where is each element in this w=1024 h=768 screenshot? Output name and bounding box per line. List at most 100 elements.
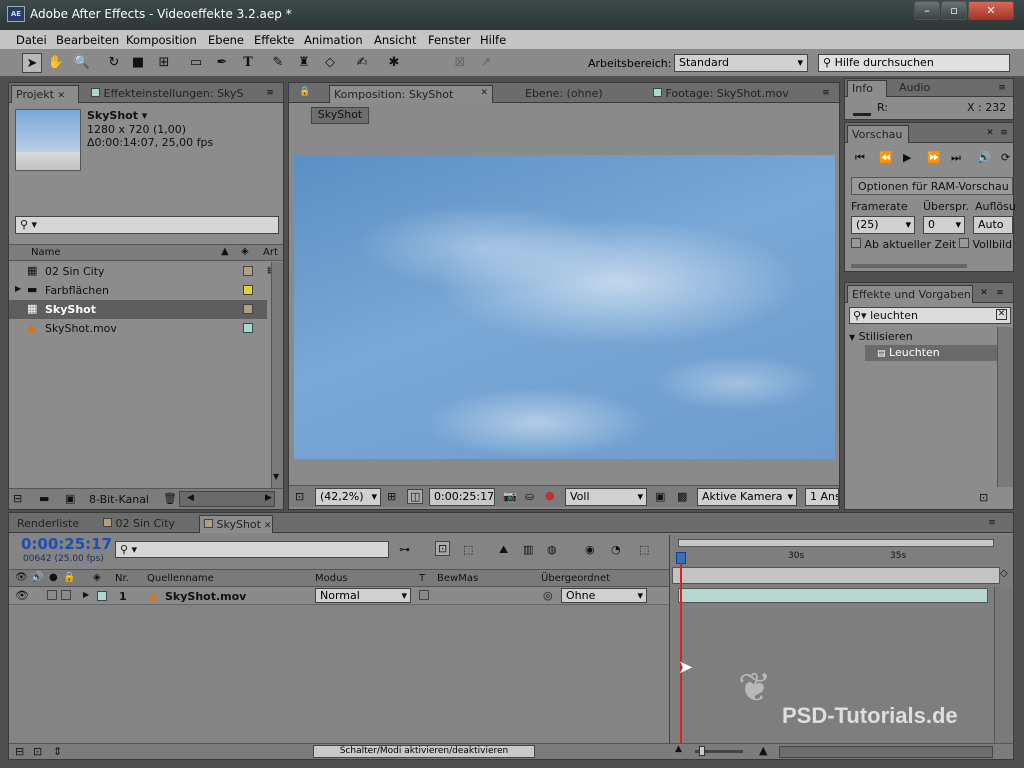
lock-icon[interactable]: 🔒 [299, 87, 310, 97]
view-layout-select[interactable]: 1 Ans [805, 488, 839, 506]
tab-vorschau[interactable]: Vorschau [847, 125, 909, 143]
timeline-search-input[interactable]: ⚲ ▾ [115, 541, 389, 558]
col-trkmat-header[interactable]: BewMas [437, 573, 478, 584]
col-name-header[interactable]: Name [31, 247, 61, 258]
label-tag-icon[interactable]: ◈ [241, 246, 249, 257]
menu-komposition[interactable]: Komposition [126, 33, 197, 47]
effects-scrollbar[interactable] [997, 327, 1013, 487]
mask-visibility-icon[interactable]: ◫ [407, 489, 424, 504]
play-icon[interactable]: ▶ [903, 151, 911, 164]
camera-select[interactable]: Aktive Kamera ▾ [697, 488, 797, 506]
zoom-select[interactable]: (42,2%) ▾ [315, 488, 381, 506]
panel-menu-icon[interactable]: ≡ [261, 87, 279, 99]
list-item[interactable]: ▶ ▬ Farbflächen [9, 281, 267, 300]
comp-marker-bin-icon[interactable]: ◇ [1000, 568, 1008, 579]
list-item-selected[interactable]: ▦ SkyShot [9, 300, 267, 319]
live-update-icon[interactable]: ⊡ [435, 541, 451, 556]
transfer-controls-icon[interactable]: ⊡ [33, 745, 42, 758]
layer-mode-select[interactable]: Normal ▾ [315, 588, 411, 603]
eraser-tool-icon[interactable]: ◇ [320, 53, 340, 73]
panel-menu-icon[interactable]: ≡ [995, 127, 1013, 139]
from-current-time-checkbox[interactable]: Ab aktueller Zeit [851, 238, 956, 251]
menu-ansicht[interactable]: Ansicht [374, 33, 416, 47]
tab-komposition[interactable]: Komposition: SkyShot ✕ [329, 85, 493, 103]
menu-bearbeiten[interactable]: Bearbeiten [56, 33, 119, 47]
menu-animation[interactable]: Animation [304, 33, 363, 47]
transparency-grid-icon[interactable]: ▩ [677, 490, 687, 503]
scroll-down-icon[interactable]: ▼ [273, 472, 279, 481]
show-snapshot-icon[interactable]: ⛀ [525, 490, 534, 503]
col-source-header[interactable]: Quellenname [147, 573, 214, 584]
timeline-hscrollbar[interactable] [779, 746, 993, 758]
brush-tool-icon[interactable]: ✎ [268, 53, 288, 73]
selection-tool-icon[interactable]: ➤ [22, 53, 42, 73]
menu-ebene[interactable]: Ebene [208, 33, 244, 47]
effect-item-leuchten[interactable]: ▤ Leuchten [865, 345, 997, 361]
project-scrollbar[interactable]: ▼ [271, 262, 283, 488]
label-color-swatch[interactable] [243, 323, 253, 333]
current-time-display[interactable]: 0:00:25:17 [429, 488, 495, 506]
menu-fenster[interactable]: Fenster [428, 33, 471, 47]
framerate-select[interactable]: (25) ▾ [851, 216, 915, 234]
col-type-header[interactable]: Art [263, 247, 278, 258]
puppet-pin-tool-icon[interactable]: ✱ [384, 53, 404, 73]
motion-blur-icon[interactable]: ◍ [547, 543, 557, 556]
tab-02-sin-city[interactable]: 02 Sin City [99, 515, 195, 533]
col-parent-header[interactable]: Übergeordnet [541, 573, 610, 584]
expand-triangle-icon[interactable]: ▶ [83, 590, 89, 599]
graph-editor-icon[interactable]: ⬚ [639, 543, 649, 556]
col-t-header[interactable]: T [419, 573, 425, 584]
timeline-graph[interactable]: 30s 35s ◇ ❦ PSD-Tutorials.de ➤ [669, 535, 1013, 745]
layer-name[interactable]: SkyShot.mov [165, 590, 246, 603]
project-item-name[interactable]: SkyShot ▾ [87, 109, 147, 122]
maximize-button[interactable]: ▫ [941, 1, 967, 20]
scroll-right-icon[interactable]: ▶ [265, 493, 272, 503]
list-item[interactable]: ▦ 02 Sin City ⩩ [9, 262, 273, 281]
layer-duration-bar[interactable] [678, 588, 988, 603]
hand-tool-icon[interactable]: ✋ [46, 53, 66, 73]
zoom-tool-icon[interactable]: 🔍 [72, 53, 92, 73]
safe-zones-icon[interactable]: ⊞ [387, 490, 396, 503]
scroll-left-icon[interactable]: ◀ [187, 493, 194, 503]
brainstorm-icon[interactable]: ◉ [585, 543, 595, 556]
zoom-in-icon[interactable]: ▲ [759, 744, 767, 757]
pick-whip-icon[interactable]: ◎ [543, 589, 553, 602]
preserve-transparency-switch[interactable] [419, 590, 429, 600]
in-out-icon[interactable]: ⇕ [53, 745, 62, 758]
new-preset-icon[interactable]: ⊡ [979, 491, 988, 504]
panel-menu-icon[interactable]: ≡ [991, 287, 1009, 299]
tab-projekt[interactable]: Projekt ✕ [11, 85, 79, 103]
label-color-swatch[interactable] [243, 285, 253, 295]
menu-hilfe[interactable]: Hilfe [480, 33, 506, 47]
eye-icon[interactable]: 👁 [15, 589, 29, 602]
tab-footage[interactable]: Footage: SkyShot.mov [649, 85, 807, 103]
panel-menu-icon[interactable]: ≡ [993, 82, 1011, 94]
previous-frame-icon[interactable]: ⏪ [879, 151, 893, 164]
clear-search-icon[interactable]: ✕ [996, 309, 1007, 320]
rectangle-tool-icon[interactable]: ▭ [186, 53, 206, 73]
menu-datei[interactable]: Datei [16, 33, 47, 47]
pan-behind-tool-icon[interactable]: ⊞ [154, 53, 174, 73]
first-frame-icon[interactable]: ⏮ [855, 151, 865, 165]
fullscreen-checkbox[interactable]: Vollbild [959, 238, 1015, 251]
work-area-bar[interactable] [678, 539, 994, 547]
menu-effekte[interactable]: Effekte [254, 33, 295, 47]
last-frame-icon[interactable]: ⏭ [951, 151, 961, 165]
col-nr-header[interactable]: Nr. [115, 573, 129, 584]
new-composition-icon[interactable]: ▣ [65, 492, 75, 505]
pen-tool-icon[interactable]: ✒ [212, 53, 232, 73]
audio-icon[interactable]: 🔊 [977, 151, 991, 164]
bit-depth-label[interactable]: 8-Bit-Kanal [89, 493, 149, 506]
tab-skyshot[interactable]: SkyShot ✕ [199, 515, 273, 533]
snapshot-icon[interactable]: 📷 [503, 490, 517, 503]
hide-shy-layers-icon[interactable]: ⛰ [499, 543, 508, 557]
tab-audio[interactable]: Audio [895, 80, 955, 98]
expand-triangle-icon[interactable]: ▶ [15, 284, 21, 293]
trash-icon[interactable]: 🗑 [163, 492, 177, 505]
rgb-channels-icon[interactable]: ● [545, 489, 555, 502]
playhead-line[interactable] [680, 563, 682, 743]
draft-3d-icon[interactable]: ⬚ [463, 543, 473, 556]
resolution-preview-select[interactable]: Auto [973, 216, 1013, 234]
skip-select[interactable]: 0 ▾ [923, 216, 965, 234]
effect-category-stilisieren[interactable]: ▼ Stilisieren [849, 330, 913, 343]
